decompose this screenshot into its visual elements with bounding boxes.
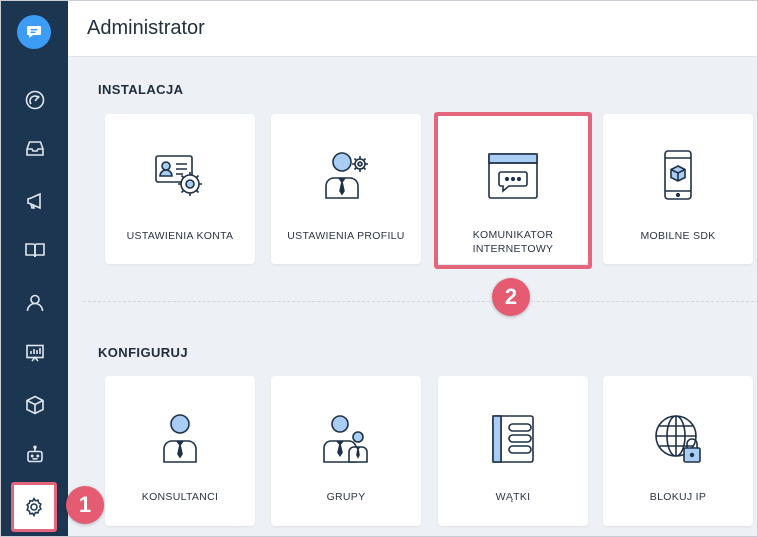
sidebar [1,1,68,536]
agent-icon [163,414,197,463]
inbox-icon [25,141,44,156]
sidebar-item-contacts[interactable] [1,283,68,323]
box-icon [25,395,44,415]
top-bar: Administrator [68,1,757,57]
card-label: USTAWIENIA KONTA [126,230,234,242]
user-icon [26,294,43,312]
app-window: Administrator INSTALACJA USTAWIENIA KONT… [0,0,758,537]
book-icon [24,243,45,258]
card-groups[interactable]: GRUPY [271,376,421,526]
section-divider [83,301,757,302]
sidebar-item-settings[interactable] [11,482,57,532]
highlight-frame [434,112,592,269]
step-badge-1: 1 [66,486,104,524]
card-label: USTAWIENIA PROFILU [287,230,405,242]
sidebar-item-campaigns[interactable] [1,181,68,221]
user-gear-icon [325,152,368,199]
card-threads[interactable]: WĄTKI [438,376,588,526]
card-label: MOBILNE SDK [640,230,716,242]
card-label: WĄTKI [495,491,531,503]
id-card-gear-icon [155,155,202,196]
card-agents[interactable]: KONSULTANCI [105,376,255,526]
gear-icon [26,496,42,518]
speedometer-icon [25,90,44,110]
sidebar-item-knowledge[interactable] [1,230,68,270]
threads-list-icon [492,415,534,463]
sidebar-item-reports[interactable] [1,333,68,373]
card-profile-settings[interactable]: USTAWIENIA PROFILU [271,114,421,264]
sidebar-item-bots[interactable] [1,435,68,475]
megaphone-icon [26,192,41,210]
chat-logo-icon[interactable] [17,15,51,49]
mobile-box-icon [664,150,692,200]
presentation-chart-icon [25,344,44,362]
card-label: BLOKUJ IP [649,491,707,503]
section-title-configure: KONFIGURUJ [98,345,188,360]
globe-lock-icon [655,415,701,463]
card-account-settings[interactable]: USTAWIENIA KONTA [105,114,255,264]
bot-icon [26,445,43,463]
card-label: KONSULTANCI [141,491,219,503]
card-block-ip[interactable]: BLOKUJ IP [603,376,753,526]
card-mobile-sdk[interactable]: MOBILNE SDK [603,114,753,264]
sidebar-item-inbox[interactable] [1,128,68,168]
group-icon [323,415,368,463]
sidebar-item-integrations[interactable] [1,385,68,425]
step-badge-2: 2 [492,278,530,316]
sidebar-item-dashboard[interactable] [1,80,68,120]
page-title: Administrator [87,17,205,39]
card-label: GRUPY [326,491,366,503]
section-title-install: INSTALACJA [98,82,184,97]
